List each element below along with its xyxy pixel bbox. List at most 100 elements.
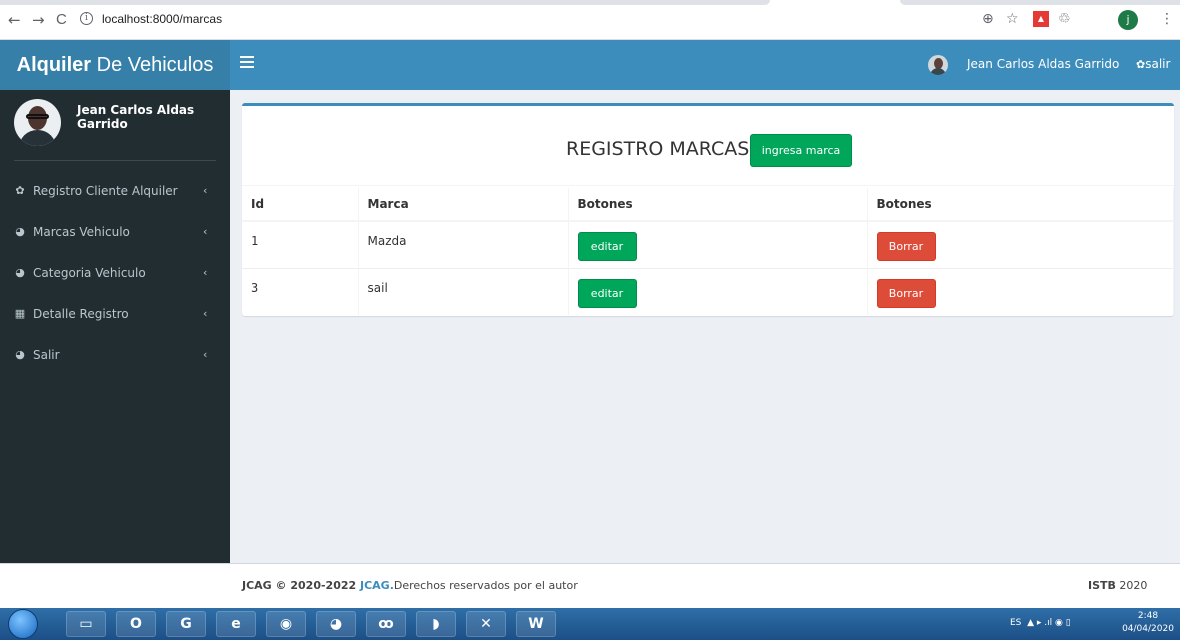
cell-delete: Borrar	[867, 267, 1174, 315]
cell-delete: Borrar	[867, 220, 1174, 268]
sidebar-user-name: Jean Carlos Aldas Garrido	[77, 103, 195, 131]
app-logo[interactable]: Alquiler De Vehiculos	[0, 40, 230, 90]
profile-avatar[interactable]: j	[1118, 10, 1138, 30]
extension-recycle-icon[interactable]: ♲	[1058, 11, 1071, 27]
edit-button[interactable]: editar	[577, 232, 637, 261]
chevron-left-icon: ‹	[203, 348, 208, 361]
edit-button[interactable]: editar	[577, 278, 637, 308]
browser-icon[interactable]: ◉	[266, 611, 306, 637]
marcas-table: Id Marca Botones Botones 1 Mazda editar …	[242, 188, 1174, 315]
vscode-icon[interactable]: ✕	[466, 611, 506, 637]
xampp-icon[interactable]: ꝏ	[366, 611, 406, 637]
zoom-icon[interactable]: ⊕	[982, 11, 994, 27]
extension-icon[interactable]: ▲	[1033, 11, 1049, 27]
table-header-row: Id Marca Botones Botones	[242, 188, 1174, 222]
internet-explorer-icon[interactable]: e	[216, 611, 256, 637]
pie-chart-icon: ◕	[15, 266, 25, 279]
sidebar-item-marcas[interactable]: ◕ Marcas Vehiculo ‹	[0, 213, 230, 254]
address-bar[interactable]: i localhost:8000/marcas	[80, 9, 980, 31]
dashboard-icon: ✿	[15, 184, 25, 197]
avatar[interactable]	[928, 55, 948, 75]
delete-button[interactable]: Borrar	[876, 278, 936, 308]
logo-rest: De Vehiculos	[91, 54, 214, 76]
logout-link[interactable]: ✿salir	[1136, 57, 1170, 71]
system-tray[interactable]: ES ▲ ▸ .ıl ◉ ▯	[1010, 618, 1071, 628]
firefox-icon[interactable]: ◕	[316, 611, 356, 637]
clock[interactable]: 2:48 04/04/2020	[1118, 610, 1178, 636]
footer-copyright: JCAG © 2020-2022 JCAG.Derechos reservado…	[242, 579, 578, 592]
cell-id: 3	[242, 267, 359, 315]
table-row: 1 Mazda editar Borrar	[242, 220, 1174, 268]
top-navbar: Jean Carlos Aldas Garrido ✿salir	[230, 40, 1180, 90]
footer-right-bold: ISTB	[1088, 579, 1116, 592]
app-header: Alquiler De Vehiculos Jean Carlos Aldas …	[0, 40, 1180, 90]
site-info-icon[interactable]: i	[80, 12, 93, 25]
footer-link[interactable]: JCAG.	[360, 579, 394, 592]
app-o-icon[interactable]: O	[116, 611, 156, 637]
chrome-icon[interactable]: G	[166, 611, 206, 637]
word-icon[interactable]: W	[516, 611, 556, 637]
browser-toolbar: ← → C i localhost:8000/marcas ⊕ ☆ ▲ ♲ j …	[0, 0, 1180, 40]
user-avatar	[14, 99, 61, 146]
sidebar-item-categoria[interactable]: ◕ Categoria Vehiculo ‹	[0, 254, 230, 295]
logo-bold: Alquiler	[16, 54, 92, 76]
add-brand-button[interactable]: ingresa marca	[750, 134, 852, 167]
clock-time: 2:48	[1137, 611, 1159, 621]
table-icon: ▦	[14, 307, 26, 320]
page-title: REGISTRO MARCAS	[566, 138, 750, 160]
sidebar: Jean Carlos Aldas Garrido ✿ Registro Cli…	[0, 90, 230, 563]
browser-tab-strip	[0, 0, 770, 5]
footer-version: ISTB 2020	[1088, 579, 1147, 592]
footer-prefix: JCAG © 2020-2022	[242, 579, 360, 592]
file-explorer-icon[interactable]: ▭	[66, 611, 106, 637]
table-row: 3 sail editar Borrar	[242, 267, 1174, 315]
language-indicator[interactable]: ES	[1010, 618, 1021, 628]
sidebar-item-label: Marcas Vehiculo	[33, 225, 130, 239]
cell-marca: sail	[358, 267, 569, 315]
chevron-left-icon: ‹	[203, 307, 208, 320]
back-icon[interactable]: ←	[8, 12, 21, 28]
chevron-left-icon: ‹	[203, 266, 208, 279]
content-area: REGISTRO MARCAS ingresa marca Id Marca B…	[230, 90, 1180, 563]
database-icon[interactable]: ◗	[416, 611, 456, 637]
footer: JCAG © 2020-2022 JCAG.Derechos reservado…	[0, 563, 1180, 608]
cell-edit: editar	[568, 267, 868, 315]
sidebar-item-salir[interactable]: ◕ Salir ‹	[0, 336, 230, 377]
sidebar-item-label: Categoria Vehiculo	[33, 266, 146, 280]
box-header: REGISTRO MARCAS ingresa marca	[242, 106, 1174, 186]
marcas-box: REGISTRO MARCAS ingresa marca Id Marca B…	[242, 103, 1174, 316]
column-header-botones: Botones	[867, 188, 1174, 222]
cell-marca: Mazda	[358, 220, 569, 268]
cell-id: 1	[242, 220, 359, 268]
navbar-user-name[interactable]: Jean Carlos Aldas Garrido	[967, 57, 1119, 71]
tray-icons[interactable]: ▲ ▸ .ıl ◉ ▯	[1027, 618, 1071, 628]
browser-tab-strip-right	[900, 0, 1180, 5]
bookmark-star-icon[interactable]: ☆	[1006, 11, 1019, 27]
chevron-left-icon: ‹	[203, 225, 208, 238]
logout-icon: ✿	[1136, 58, 1146, 71]
cell-edit: editar	[568, 220, 868, 268]
sidebar-item-registro-cliente[interactable]: ✿ Registro Cliente Alquiler ‹	[0, 172, 230, 213]
footer-right-rest: 2020	[1115, 579, 1148, 592]
url-text[interactable]: localhost:8000/marcas	[102, 12, 222, 26]
chevron-left-icon: ‹	[203, 184, 208, 197]
column-header-marca: Marca	[358, 188, 569, 222]
delete-button[interactable]: Borrar	[876, 232, 936, 261]
browser-menu-icon[interactable]: ⋮	[1160, 11, 1174, 27]
divider	[14, 160, 216, 161]
sidebar-item-label: Detalle Registro	[33, 307, 129, 321]
start-button-icon[interactable]	[8, 609, 38, 639]
taskbar: ▭ O G e ◉ ◕ ꝏ ◗ ✕ W ES ▲ ▸ .ıl ◉ ▯ 2:48 …	[0, 608, 1180, 640]
sidebar-item-detalle[interactable]: ▦ Detalle Registro ‹	[0, 295, 230, 336]
column-header-botones: Botones	[568, 188, 868, 222]
sidebar-item-label: Registro Cliente Alquiler	[33, 184, 178, 198]
sidebar-toggle-icon[interactable]	[240, 56, 254, 70]
user-panel: Jean Carlos Aldas Garrido	[0, 90, 230, 162]
pie-chart-icon: ◕	[15, 225, 25, 238]
clock-date: 04/04/2020	[1122, 624, 1174, 634]
pie-chart-icon: ◕	[15, 348, 25, 361]
reload-icon[interactable]: C	[56, 12, 67, 28]
sidebar-item-label: Salir	[33, 348, 60, 362]
forward-icon[interactable]: →	[32, 12, 45, 28]
footer-suffix: Derechos reservados por el autor	[393, 579, 578, 592]
